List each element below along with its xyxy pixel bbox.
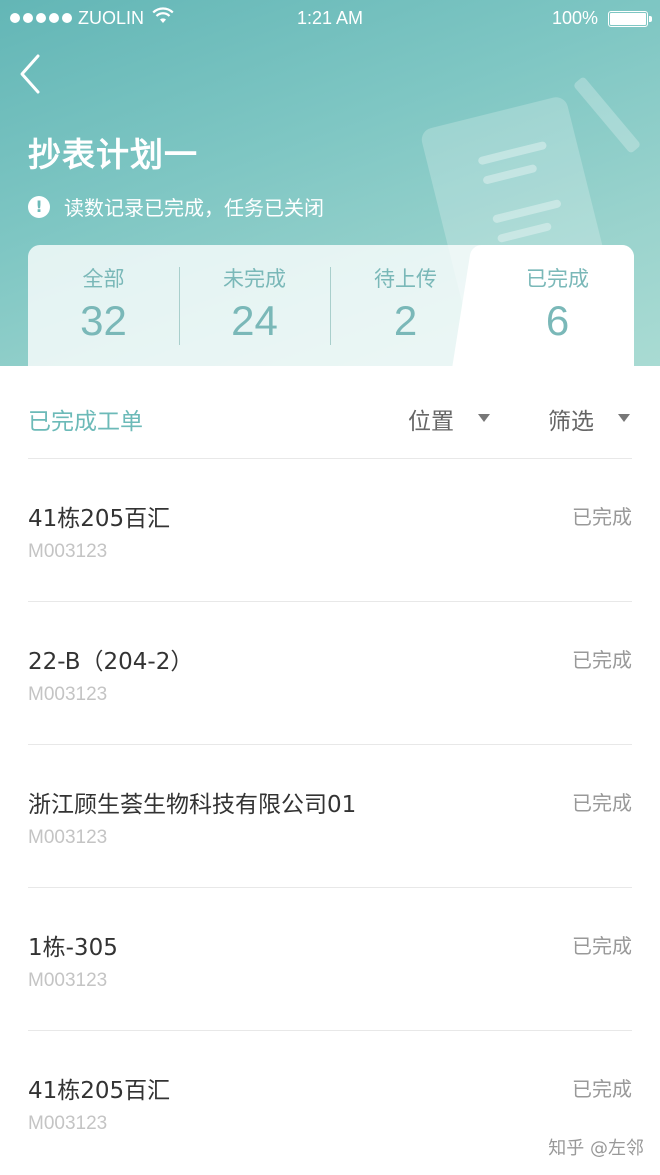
order-code: M003123 [28, 1113, 108, 1134]
list-item[interactable]: 浙江顾生荟生物科技有限公司01 M003123 已完成 [0, 745, 660, 888]
back-button[interactable] [16, 52, 60, 96]
order-status: 已完成 [572, 1077, 632, 1101]
info-icon: ! [28, 195, 50, 218]
tab-label: 全部 [82, 267, 125, 291]
filter-button[interactable]: 筛选 [548, 402, 594, 436]
tab-pending-upload[interactable]: 待上传 2 [330, 245, 481, 366]
filter-bar: 已完成工单 位置 筛选 [0, 366, 660, 458]
location-filter-label: 位置 [408, 409, 454, 435]
pencil-illustration [572, 76, 642, 154]
order-status: 已完成 [572, 648, 632, 672]
status-bar: ZUOLIN 1:21 AM 100% [0, 0, 660, 38]
order-status: 已完成 [572, 791, 632, 815]
tab-count: 2 [393, 297, 418, 344]
filter-dropdown-icon [618, 414, 630, 422]
order-code: M003123 [28, 684, 108, 705]
location-dropdown-icon [478, 414, 490, 422]
order-status: 已完成 [572, 505, 632, 529]
battery-percentage: 100% [551, 8, 598, 28]
tab-label: 未完成 [223, 267, 286, 291]
page-title: 抄表计划一 [28, 135, 198, 174]
order-code: M003123 [28, 541, 108, 562]
section-title: 已完成工单 [28, 409, 143, 435]
order-code: M003123 [28, 827, 108, 848]
chevron-left-icon [20, 54, 40, 94]
order-name: 22-B（204-2） [28, 649, 194, 675]
list-item[interactable]: 22-B（204-2） M003123 已完成 [0, 602, 660, 745]
order-code: M003123 [28, 970, 108, 991]
notice-text: 读数记录已完成，任务已关闭 [64, 196, 324, 220]
location-filter-button[interactable]: 位置 [408, 402, 454, 436]
battery-icon [608, 11, 652, 27]
order-name: 1栋-305 [28, 935, 118, 961]
order-status: 已完成 [572, 934, 632, 958]
list-item[interactable]: 41栋205百汇 M003123 已完成 [0, 459, 660, 602]
filter-label: 筛选 [548, 409, 594, 435]
list-item[interactable]: 1栋-305 M003123 已完成 [0, 888, 660, 1031]
order-list: 41栋205百汇 M003123 已完成 22-B（204-2） M003123… [0, 459, 660, 1174]
header: ZUOLIN 1:21 AM 100% 抄表计划一 ! 读数记录已完成，任务已关… [0, 0, 660, 366]
tab-label: 待上传 [374, 267, 437, 291]
watermark: 知乎 @左邻 [548, 1138, 644, 1159]
order-name: 41栋205百汇 [28, 506, 171, 532]
status-notice: ! 读数记录已完成，任务已关闭 [28, 192, 324, 221]
order-name: 浙江顾生荟生物科技有限公司01 [28, 792, 357, 818]
tab-count: 32 [80, 297, 127, 344]
tab-count: 24 [231, 297, 278, 344]
tab-completed[interactable]: 已完成 6 [481, 245, 634, 366]
tab-label: 已完成 [526, 267, 589, 291]
tab-all[interactable]: 全部 32 [28, 245, 179, 366]
tab-incomplete[interactable]: 未完成 24 [179, 245, 330, 366]
order-name: 41栋205百汇 [28, 1078, 171, 1104]
status-tabs: 全部 32 未完成 24 待上传 2 已完成 6 [28, 245, 634, 366]
tab-count: 6 [545, 297, 570, 344]
